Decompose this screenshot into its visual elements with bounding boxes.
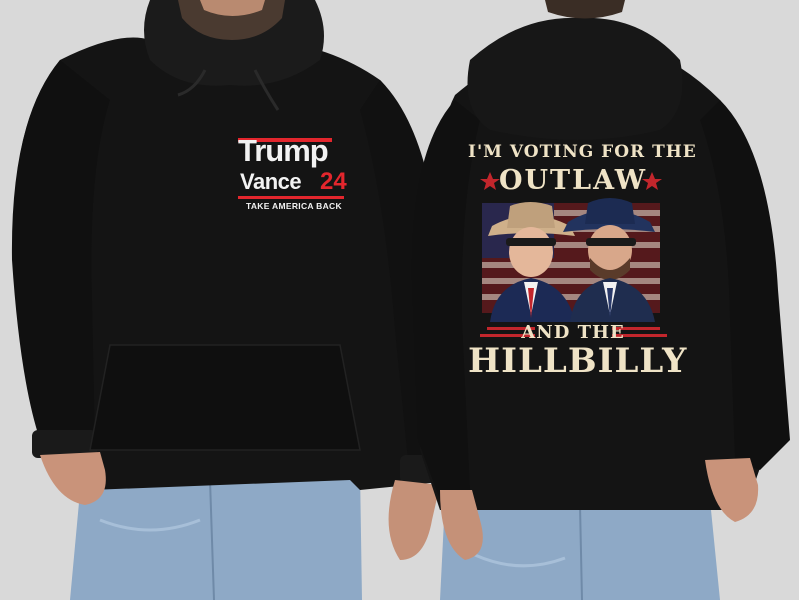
- back-print-line4: HILLBILLY: [468, 341, 688, 381]
- back-print-line3: AND THE: [521, 322, 625, 343]
- product-photo: [0, 0, 799, 600]
- front-print-tagline: TAKE AMERICA BACK: [246, 201, 342, 211]
- back-print-line2: OUTLAW: [498, 165, 648, 196]
- front-print-line2: Vance: [240, 169, 302, 194]
- back-print-line1: I'M VOTING FOR THE: [468, 142, 697, 162]
- front-print-line1: Trump: [238, 133, 329, 168]
- front-print-number: 24: [320, 168, 347, 195]
- front-chest-print: Trump Vance 24 TAKE AMERICA BACK: [238, 134, 358, 224]
